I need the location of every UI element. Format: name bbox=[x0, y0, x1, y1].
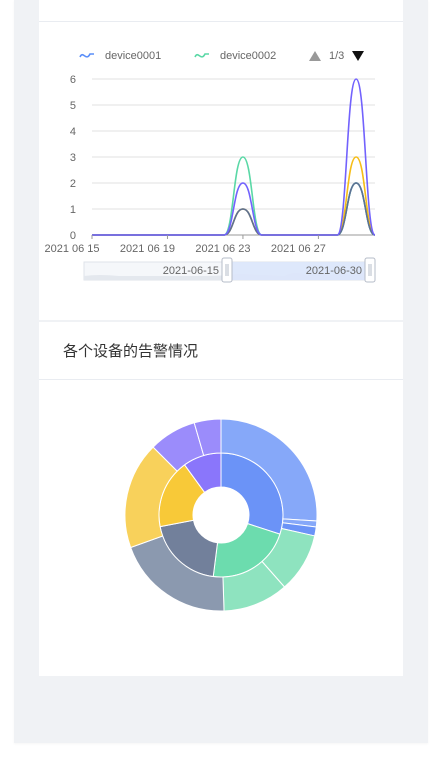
line-chart-card: device0001 device0002 1/3 0 1 2 3 4 5 6 2021 06… bbox=[39, 0, 403, 320]
data-zoom-slider[interactable]: 2021-06-15 2021-06-30 bbox=[83, 257, 376, 283]
zoom-handle-end[interactable] bbox=[364, 257, 376, 283]
zoom-handle-start[interactable] bbox=[221, 257, 233, 283]
y-tick-label: 6 bbox=[70, 74, 76, 86]
y-tick-label: 1 bbox=[70, 204, 76, 216]
x-tick-label: 2021 06 23 bbox=[195, 243, 250, 255]
x-tick-label: 2021 06 15 bbox=[44, 243, 99, 255]
chart-axes: 0 1 2 3 4 5 6 2021 06 15 2021 06 19 2021 06 23 202… bbox=[44, 74, 325, 255]
alarm-pie-chart bbox=[124, 418, 318, 612]
zoom-end-label: 2021-06-30 bbox=[306, 265, 362, 277]
line-chart: 0 1 2 3 4 5 6 2021 06 15 2021 06 19 2021 06 23 202… bbox=[44, 74, 376, 283]
x-tick-label: 2021 06 19 bbox=[120, 243, 175, 255]
zoom-start-label: 2021-06-15 bbox=[163, 265, 219, 277]
y-tick-label: 3 bbox=[70, 152, 76, 164]
y-tick-label: 0 bbox=[70, 230, 76, 242]
y-tick-label: 4 bbox=[70, 126, 76, 138]
pie-rings bbox=[124, 418, 318, 612]
y-tick-label: 5 bbox=[70, 100, 76, 112]
alarm-pie-card: 各个设备的告警情况 bbox=[39, 322, 403, 676]
x-tick-label: 2021 06 27 bbox=[271, 243, 326, 255]
y-tick-label: 2 bbox=[70, 178, 76, 190]
